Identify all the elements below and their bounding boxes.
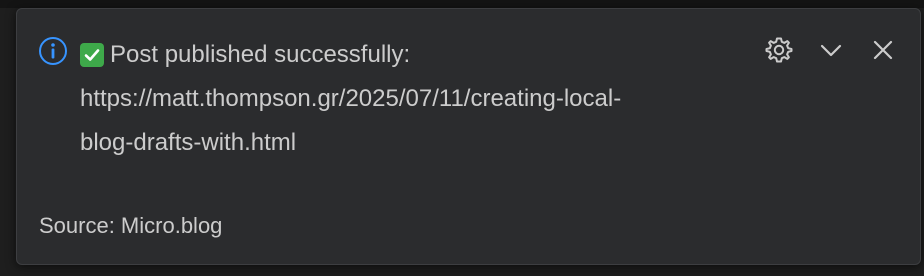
notification-actions bbox=[764, 35, 898, 65]
gear-icon bbox=[765, 37, 793, 63]
chevron-down-icon bbox=[820, 44, 842, 57]
editor-edge bbox=[0, 0, 924, 8]
post-url-line-2[interactable]: blog-drafts-with.html bbox=[80, 121, 730, 165]
close-button[interactable] bbox=[868, 35, 898, 65]
check-mark-icon bbox=[80, 43, 104, 67]
info-icon bbox=[39, 37, 67, 65]
collapse-button[interactable] bbox=[816, 35, 846, 65]
notification-message: Post published successfully: https://mat… bbox=[80, 33, 730, 165]
notification-source: Source: Micro.blog bbox=[39, 213, 223, 238]
notification-toast: Post published successfully: https://mat… bbox=[16, 8, 921, 265]
settings-button[interactable] bbox=[764, 35, 794, 65]
notification-title: Post published successfully: bbox=[110, 41, 411, 68]
close-icon bbox=[873, 40, 893, 60]
post-url-line-1[interactable]: https://matt.thompson.gr/2025/07/11/crea… bbox=[80, 77, 730, 121]
